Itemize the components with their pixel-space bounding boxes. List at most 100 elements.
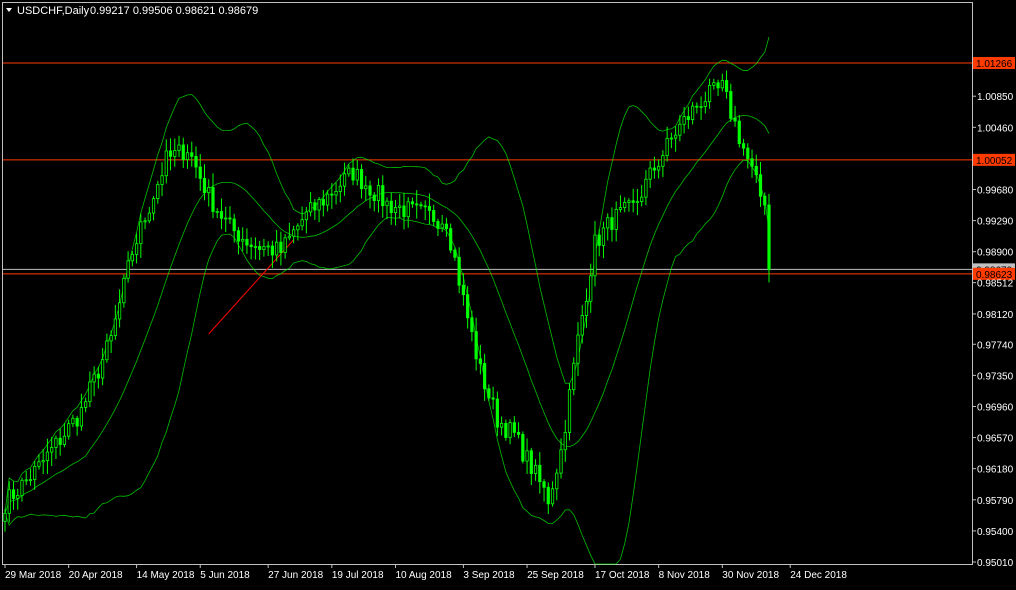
candle-body [245, 238, 249, 246]
candle-body [11, 489, 16, 499]
candle-body [275, 241, 279, 256]
price-tick-label: 1.00460 [977, 123, 1014, 134]
candle-body [287, 235, 291, 239]
candle-body [754, 165, 758, 176]
candle-body [143, 220, 147, 223]
candle-body [164, 150, 168, 177]
candle-body [648, 167, 652, 180]
candle-body [538, 464, 542, 483]
candle-body [737, 120, 741, 145]
candle-body [627, 200, 631, 203]
candle-body [529, 450, 533, 474]
candle-body [483, 363, 487, 390]
candle-body [610, 217, 614, 230]
time-tick-label: 29 Mar 2018 [5, 570, 62, 581]
candle-body [661, 155, 665, 167]
candle-body [113, 318, 117, 336]
candle-body [241, 238, 245, 242]
candle-body [304, 211, 308, 221]
candle-body [695, 105, 699, 108]
candle-body [33, 465, 37, 480]
candle-body [292, 229, 296, 237]
candle-body [406, 201, 410, 218]
candle-body [92, 373, 96, 383]
candle-body [109, 335, 113, 342]
candle-body [355, 168, 359, 181]
chart-background [0, 0, 1016, 585]
chart-window[interactable]: 0.986791.012661.000520.98623 1.008501.00… [0, 0, 1016, 585]
price-tick-label: 0.99680 [977, 186, 1014, 197]
candle-body [470, 317, 474, 332]
candle-body [7, 489, 11, 514]
candle-body [546, 486, 550, 505]
candle-body [118, 302, 122, 320]
candle-body [50, 447, 54, 453]
candle-body [372, 194, 376, 202]
candle-body [313, 202, 317, 211]
candle-body [134, 243, 139, 255]
candle-body [308, 202, 313, 213]
candle-body [28, 479, 33, 481]
candle-body [202, 177, 207, 194]
candle-body [652, 167, 657, 171]
candle-body [258, 246, 262, 250]
price-chart[interactable]: 0.986791.012661.000520.98623 1.008501.00… [0, 0, 1016, 585]
candle-body [215, 211, 219, 213]
candle-body [427, 205, 432, 211]
candle-body [512, 422, 516, 433]
candle-body [576, 334, 580, 364]
time-tick-label: 20 Apr 2018 [69, 570, 123, 581]
candle-body [317, 199, 321, 211]
candle-body [466, 294, 470, 319]
candle-body [300, 219, 304, 227]
candle-body [385, 200, 389, 207]
candle-body [691, 105, 695, 120]
candle-body [674, 134, 678, 139]
candle-body [266, 245, 270, 248]
candle-body [160, 175, 164, 185]
price-tick-label: 0.97350 [977, 371, 1014, 382]
candle-body [389, 200, 393, 213]
candle-body [618, 207, 623, 210]
price-tick-label: 0.98512 [977, 279, 1014, 290]
candle-body [219, 211, 224, 219]
candle-body [542, 481, 546, 488]
candle-body [767, 204, 771, 270]
candle-body [640, 196, 644, 202]
candle-body [444, 223, 449, 230]
candle-body [359, 168, 364, 190]
candle-body [521, 434, 525, 462]
candle-body [75, 417, 79, 427]
candle-body [381, 185, 385, 207]
candle-body [606, 217, 610, 229]
candle-body [499, 423, 504, 428]
candle-body [449, 228, 453, 251]
candle-body [741, 143, 746, 149]
price-tick-label: 0.95400 [977, 527, 1014, 538]
candle-body [228, 217, 232, 220]
candle-body [194, 155, 198, 168]
candle-body [88, 381, 92, 403]
candle-body [249, 244, 253, 247]
candle-body [508, 422, 512, 438]
candle-body [321, 199, 325, 206]
chart-header: USDCHF,Daily 0.99217 0.99506 0.98621 0.9… [6, 5, 258, 17]
candle-body [232, 218, 236, 232]
candle-body [139, 221, 143, 245]
candle-body [168, 150, 173, 157]
price-tick-label: 0.96570 [977, 434, 1014, 445]
candle-body [699, 106, 703, 108]
candle-body [703, 101, 707, 107]
candle-body [3, 512, 7, 522]
price-tick-label: 0.98120 [977, 310, 1014, 321]
candle-body [567, 389, 572, 433]
candle-body [720, 80, 724, 89]
candle-body [453, 249, 457, 258]
candle-body [504, 423, 508, 438]
candle-body [58, 437, 62, 445]
candle-body [37, 461, 41, 467]
candle-body [487, 388, 491, 399]
candle-body [644, 178, 648, 198]
candle-body [253, 246, 258, 248]
candle-body [347, 167, 351, 175]
